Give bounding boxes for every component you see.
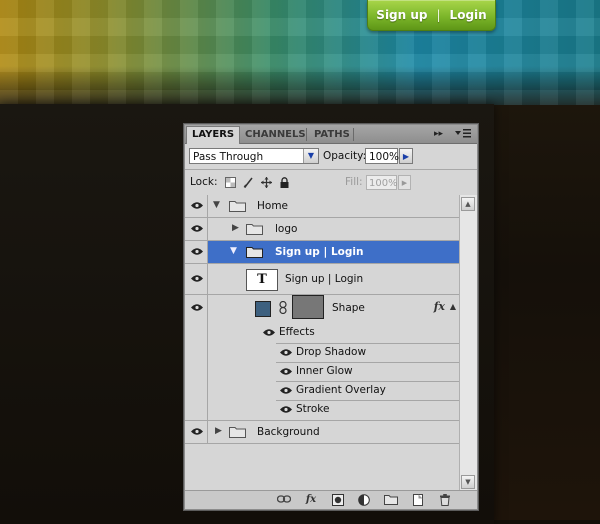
blend-mode-select[interactable]: Pass Through ▼ [189,148,319,164]
layer-name: logo [275,223,298,235]
layer-row-shape[interactable]: Shape fx ▲ [185,295,459,323]
panel-menu-icon[interactable] [455,128,471,140]
effect-row-drop-shadow[interactable]: Drop Shadow [185,343,459,362]
layer-row-home[interactable]: ▼ Home [185,195,459,218]
folder-icon [229,427,246,438]
visibility-cell [185,323,208,343]
expand-triangle-icon[interactable]: ▼ [213,200,220,210]
vector-mask-thumbnail [292,295,324,319]
fill-label: Fill: [345,176,363,188]
adjustment-icon[interactable] [357,494,371,506]
opacity-label: Opacity: [323,150,367,162]
folder-icon [246,247,263,258]
visibility-cell [185,362,208,381]
effect-name: Inner Glow [296,365,353,377]
lock-all-icon[interactable] [279,177,290,188]
eye-icon[interactable] [191,247,203,256]
fx-icon[interactable]: fx [304,494,318,506]
fx-badge-icon[interactable]: fx [434,300,445,313]
new-layer-icon[interactable] [411,494,425,506]
visibility-cell [185,195,208,217]
collapse-effects-icon[interactable]: ▲ [450,302,456,311]
shape-color-thumbnail [255,301,271,317]
lock-position-icon[interactable] [261,177,272,188]
layer-row-text[interactable]: T Sign up | Login [185,264,459,295]
tab-channels[interactable]: CHANNELS [240,127,311,143]
tab-divider [306,128,307,141]
effect-name: Gradient Overlay [296,384,386,396]
signup-login-button[interactable]: Sign up | Login [367,0,496,31]
lock-image-icon[interactable] [243,177,254,189]
visibility-cell [185,241,208,263]
layer-row-logo[interactable]: ▶ logo [185,218,459,241]
scroll-down-icon[interactable]: ▼ [461,475,475,489]
chevron-down-icon[interactable]: ▼ [303,149,318,163]
layer-row-signup-group[interactable]: ▼ Sign up | Login [185,241,459,264]
lock-transparent-icon[interactable] [225,177,236,188]
tab-layers[interactable]: LAYERS [186,126,241,144]
visibility-cell [185,343,208,362]
background-tiles [0,0,600,110]
nav-separator: | [436,8,441,22]
eye-icon[interactable] [191,201,203,210]
chain-link-icon[interactable] [279,300,287,317]
layer-name: Sign up | Login [285,273,364,285]
opacity-slider-arrow-icon[interactable]: ▶ [399,148,413,164]
visibility-cell [185,421,208,443]
login-link[interactable]: Login [450,8,487,22]
opacity-input[interactable]: 100% [365,148,399,164]
effects-header-row[interactable]: Effects [185,323,459,343]
eye-icon[interactable] [263,328,275,337]
visibility-cell [185,218,208,240]
folder-icon [229,201,246,212]
layer-name: Sign up | Login [275,246,364,258]
fill-input[interactable]: 100% [366,175,398,190]
lock-label: Lock: [190,176,218,188]
signup-link[interactable]: Sign up [376,8,427,22]
fill-slider-arrow-icon[interactable]: ▶ [398,175,411,190]
eye-icon[interactable] [280,405,292,414]
eye-icon[interactable] [191,224,203,233]
text-layer-thumbnail: T [246,269,278,291]
expand-triangle-icon[interactable]: ▶ [215,426,222,436]
layer-name: Background [257,426,320,438]
expand-triangle-icon[interactable]: ▼ [230,246,237,256]
tab-paths[interactable]: PATHS [309,127,355,143]
layer-name: Shape [332,302,365,314]
divider [185,169,477,170]
eye-icon[interactable] [280,386,292,395]
visibility-cell [185,400,208,420]
new-group-icon[interactable] [384,494,398,506]
eye-icon[interactable] [191,427,203,436]
blend-mode-value: Pass Through [193,151,264,163]
visibility-cell [185,295,208,323]
panel-tabbar: LAYERS CHANNELS PATHS ▸▸ [185,125,477,144]
layer-row-background[interactable]: ▶ Background [185,421,459,444]
eye-icon[interactable] [191,303,203,312]
layer-list: ▼ Home ▶ logo ▼ Sign up | Login T Sign u… [185,195,459,491]
visibility-cell [185,264,208,294]
tab-divider [353,128,354,141]
layer-list-scrollbar[interactable]: ▲ ▼ [459,195,477,491]
panel-collapse-icon[interactable]: ▸▸ [434,128,443,140]
layer-name: Home [257,200,289,212]
effects-label: Effects [279,326,315,338]
panel-footer: fx [185,490,477,509]
eye-icon[interactable] [280,348,292,357]
effect-name: Drop Shadow [296,346,367,358]
layers-panel: LAYERS CHANNELS PATHS ▸▸ Pass Through ▼ … [184,124,478,510]
scroll-up-icon[interactable]: ▲ [461,197,475,211]
mask-icon[interactable] [331,494,345,506]
effect-row-inner-glow[interactable]: Inner Glow [185,362,459,381]
visibility-cell [185,381,208,400]
trash-icon[interactable] [438,494,452,506]
eye-icon[interactable] [280,367,292,376]
effect-name: Stroke [296,403,330,415]
folder-icon [246,224,263,235]
link-layers-icon[interactable] [276,494,292,506]
effect-row-stroke[interactable]: Stroke [185,400,459,421]
expand-triangle-icon[interactable]: ▶ [232,223,239,233]
effect-row-gradient-overlay[interactable]: Gradient Overlay [185,381,459,400]
eye-icon[interactable] [191,274,203,283]
